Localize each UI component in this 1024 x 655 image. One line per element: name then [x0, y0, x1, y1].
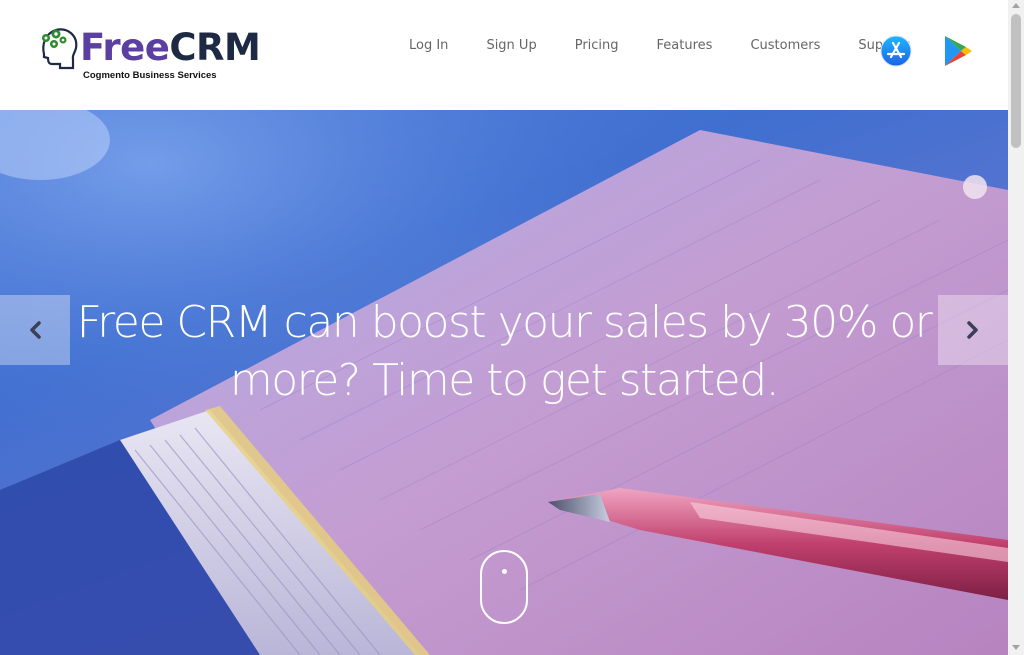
nav-features[interactable]: Features — [657, 36, 713, 55]
google-play-icon[interactable] — [942, 34, 974, 68]
brand-tagline: Cogmento Business Services — [83, 70, 217, 81]
logo-head-gears-icon — [42, 28, 78, 70]
brand-name: FreeCRM — [80, 26, 261, 70]
main-nav: Log In Sign Up Pricing Features Customer… — [390, 36, 929, 55]
hero-slider: Free CRM can boost your sales by 30% or … — [0, 110, 1008, 655]
scroll-down-arrow-icon[interactable] — [1012, 645, 1020, 650]
chevron-right-icon — [967, 321, 978, 339]
page-scrollbar[interactable] — [1008, 0, 1024, 655]
nav-sign-up[interactable]: Sign Up — [486, 36, 536, 55]
scroll-indicator-dot — [502, 569, 507, 574]
scroll-up-arrow-icon[interactable] — [1012, 3, 1020, 8]
scrollbar-thumb[interactable] — [1011, 14, 1021, 148]
app-store-icon[interactable] — [880, 35, 912, 67]
brand-name-crm: CRM — [169, 26, 261, 69]
nav-pricing[interactable]: Pricing — [575, 36, 619, 55]
chevron-left-icon — [30, 321, 41, 339]
nav-customers[interactable]: Customers — [750, 36, 820, 55]
slider-next-button[interactable] — [938, 295, 1008, 365]
brand-name-free: Free — [80, 26, 170, 69]
freecrm-logo[interactable]: FreeCRM Cogmento Business Services — [36, 22, 276, 88]
scroll-down-mouse-icon[interactable] — [480, 550, 528, 624]
nav-log-in[interactable]: Log In — [409, 36, 448, 55]
hero-headline: Free CRM can boost your sales by 30% or … — [76, 297, 933, 406]
site-header: FreeCRM Cogmento Business Services Log I… — [0, 0, 1008, 110]
